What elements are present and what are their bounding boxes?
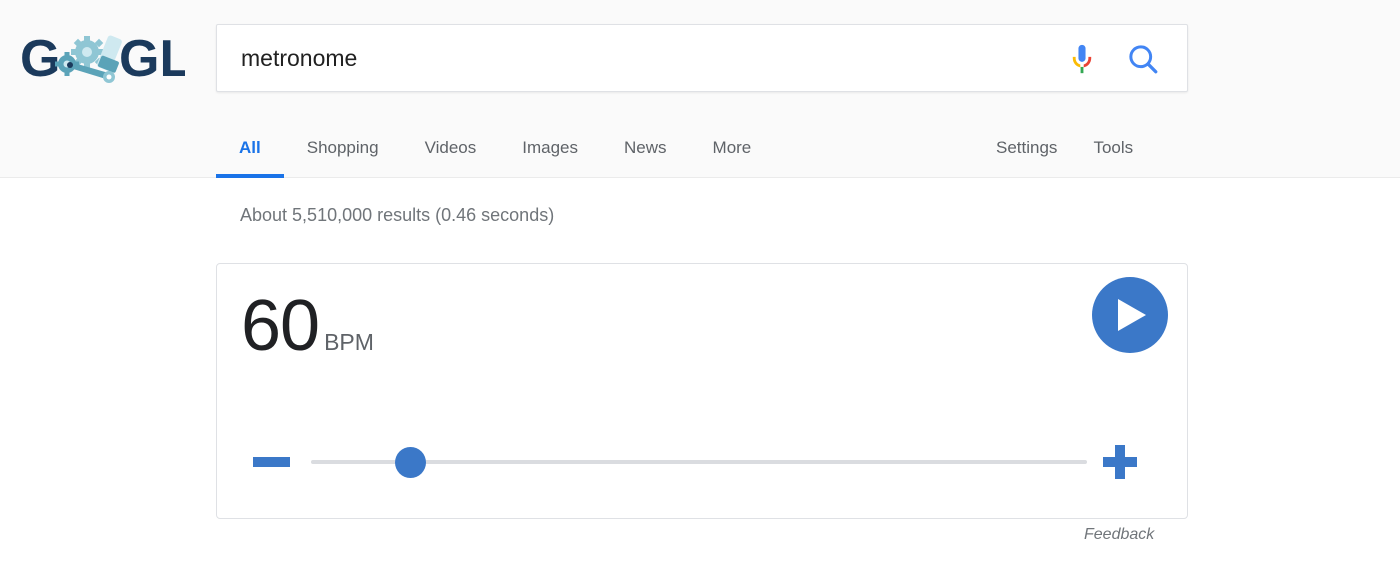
tab-all[interactable]: All (216, 120, 284, 178)
tab-more-label: More (712, 138, 752, 157)
search-nav: All Shopping Videos Images News More Set… (0, 120, 1400, 178)
tempo-slider-row (217, 424, 1187, 504)
nav-left-group: All Shopping Videos Images News More (216, 120, 774, 178)
tab-news[interactable]: News (601, 120, 690, 178)
tab-news-label: News (624, 138, 667, 157)
bpm-unit-label: BPM (324, 329, 374, 355)
search-results-area: About 5,510,000 results (0.46 seconds) 6… (0, 178, 1400, 579)
tempo-slider-track[interactable] (311, 460, 1087, 464)
tab-more[interactable]: More (690, 120, 775, 178)
plus-icon-vertical (1115, 445, 1125, 479)
search-header: G GL metronome All Shopping Videos Image… (0, 0, 1400, 178)
play-triangle-icon (1118, 299, 1146, 331)
tab-shopping[interactable]: Shopping (284, 120, 402, 178)
google-doodle-logo[interactable]: G GL (20, 30, 185, 90)
bpm-display: 60 BPM (241, 286, 374, 366)
feedback-link[interactable]: Feedback (1084, 525, 1154, 545)
tempo-slider-thumb[interactable] (395, 447, 426, 478)
tab-all-label: All (239, 138, 261, 157)
search-box[interactable] (216, 24, 1188, 92)
nav-right-group: Settings Tools (978, 120, 1151, 178)
tab-videos-label: Videos (424, 138, 477, 157)
result-stats: About 5,510,000 results (0.46 seconds) (240, 205, 555, 225)
microphone-icon[interactable] (1065, 42, 1099, 76)
increase-tempo-button[interactable] (1103, 445, 1137, 479)
tab-videos[interactable]: Videos (402, 120, 500, 178)
svg-text:GLE: GLE (119, 30, 185, 88)
settings-label: Settings (996, 138, 1058, 157)
settings-button[interactable]: Settings (978, 120, 1075, 178)
tab-images[interactable]: Images (499, 120, 601, 178)
metronome-widget: 60 BPM (216, 263, 1188, 519)
tools-label: Tools (1093, 138, 1134, 157)
tab-images-label: Images (522, 138, 579, 157)
search-submit-icon[interactable] (1125, 41, 1161, 77)
play-button[interactable] (1092, 277, 1168, 353)
tab-shopping-label: Shopping (306, 138, 379, 157)
bpm-value: 60 (241, 286, 320, 366)
search-input[interactable] (241, 25, 1041, 91)
tools-button[interactable]: Tools (1075, 120, 1151, 178)
svg-text:G: G (20, 30, 60, 88)
decrease-tempo-button[interactable] (253, 457, 290, 467)
